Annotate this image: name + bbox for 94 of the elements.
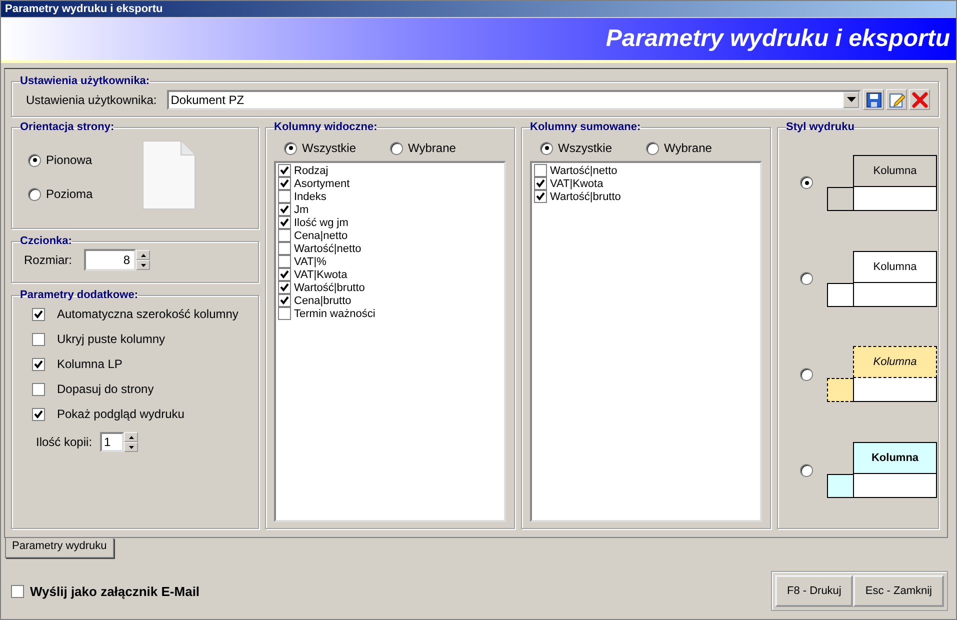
checkbox[interactable] (278, 216, 291, 229)
checkbox[interactable] (278, 255, 291, 268)
corner-cell (827, 378, 853, 402)
radio-button[interactable] (28, 154, 41, 166)
checkbox[interactable] (278, 307, 291, 320)
column-name: Cena|brutto (294, 294, 352, 306)
column-header: Kolumna (853, 250, 937, 283)
page-icon (140, 139, 198, 211)
column-header: Kolumna (853, 154, 937, 187)
pencil-icon (888, 92, 904, 108)
radio-button[interactable] (284, 142, 297, 154)
column-name: Wartość|netto (550, 164, 618, 176)
checkbox[interactable] (278, 294, 291, 307)
radio-button[interactable] (800, 176, 813, 190)
spinner-icon[interactable] (136, 250, 150, 270)
checkbox[interactable] (32, 382, 45, 396)
checkbox[interactable] (278, 281, 291, 294)
checkbox[interactable] (278, 268, 291, 281)
checkbox[interactable] (534, 177, 547, 190)
radio-button[interactable] (28, 188, 41, 200)
settings-dropdown[interactable]: Dokument PZ (166, 90, 861, 110)
option-label: Wybrane (408, 141, 456, 155)
corner-cell (827, 474, 853, 498)
radio-button[interactable] (540, 142, 553, 154)
close-icon (912, 92, 928, 108)
group-title: Czcionka: (20, 235, 72, 247)
radio-button[interactable] (646, 142, 659, 154)
column-name: Wartość|netto (294, 242, 362, 254)
group-title: Ustawienia użytkownika: (20, 75, 150, 87)
column-name: Rodzaj (294, 164, 328, 176)
column-header: Kolumna (853, 346, 937, 378)
option-label: Pionowa (46, 153, 92, 167)
group-title: Kolumny sumowane: (530, 121, 641, 133)
field-label: Ustawienia użytkownika: (26, 92, 157, 106)
edit-button[interactable] (886, 89, 907, 110)
column-name: Wartość|brutto (294, 282, 365, 294)
radio-button[interactable] (800, 464, 813, 477)
checkbox[interactable] (11, 585, 24, 598)
column-name: Cena|netto (294, 230, 348, 242)
column-name: Wartość|brutto (550, 190, 621, 202)
checkbox[interactable] (278, 229, 291, 242)
column-name: VAT|Kwota (294, 268, 348, 280)
radio-button[interactable] (390, 142, 403, 154)
option-label: Dopasuj do strony (57, 382, 154, 396)
option-label: Wyślij jako załącznik E-Mail (30, 584, 200, 599)
checkbox[interactable] (32, 308, 45, 320)
radio-button[interactable] (800, 272, 813, 286)
option-label: Ukryj puste kolumny (57, 332, 166, 346)
group-title: Styl wydruku (786, 121, 854, 133)
checkbox[interactable] (32, 332, 45, 346)
size-field[interactable]: 8 (84, 249, 136, 271)
group-title: Kolumny widoczne: (274, 121, 378, 133)
checkbox[interactable] (278, 190, 291, 203)
spinner-icon[interactable] (124, 432, 138, 452)
tab[interactable]: Parametry wydruku (5, 538, 114, 558)
caret-icon (846, 97, 856, 102)
checkbox[interactable] (32, 358, 45, 370)
column-header: Kolumna (853, 442, 937, 474)
option-label: Wszystkie (558, 141, 612, 155)
checkbox[interactable] (32, 408, 45, 420)
checkbox[interactable] (278, 164, 291, 177)
option-label: Pokaż podgląd wydruku (57, 407, 184, 421)
corner-cell (827, 282, 853, 307)
column-name: VAT|Kwota (550, 178, 604, 190)
field-label: Rozmiar: (24, 253, 72, 267)
option-label: Automatyczna szerokość kolumny (57, 307, 238, 321)
corner-cell (827, 186, 853, 211)
group-title: Parametry dodatkowe: (20, 289, 138, 301)
checkbox[interactable] (534, 164, 547, 177)
checkbox[interactable] (278, 242, 291, 255)
option-label: Pozioma (46, 187, 93, 201)
window-title: Parametry wydruku i eksportu (1, 1, 956, 17)
column-name: Indeks (294, 190, 326, 202)
action-button[interactable]: Esc - Zamknij (853, 574, 944, 606)
save-button[interactable] (863, 89, 884, 110)
banner-title: Parametry wydruku i eksportu (606, 25, 950, 53)
checkbox[interactable] (278, 203, 291, 216)
column-name: Jm (294, 204, 309, 216)
floppy-icon (866, 92, 882, 108)
radio-button[interactable] (800, 368, 813, 381)
copies-field[interactable]: 1 (100, 432, 124, 452)
checkbox[interactable] (278, 177, 291, 190)
option-label: Kolumna LP (57, 357, 122, 371)
column-name: Ilość wg jm (294, 216, 348, 228)
group-title: Orientacja strony: (20, 121, 114, 133)
column-name: Asortyment (294, 178, 350, 190)
column-name: Termin ważności (294, 308, 376, 320)
delete-button[interactable] (909, 89, 930, 110)
column-name: VAT|% (294, 256, 326, 268)
option-label: Wybrane (664, 141, 712, 155)
action-button[interactable]: F8 - Drukuj (774, 574, 854, 606)
field-label: Ilość kopii: (36, 435, 92, 449)
checkbox[interactable] (534, 190, 547, 203)
option-label: Wszystkie (302, 141, 356, 155)
